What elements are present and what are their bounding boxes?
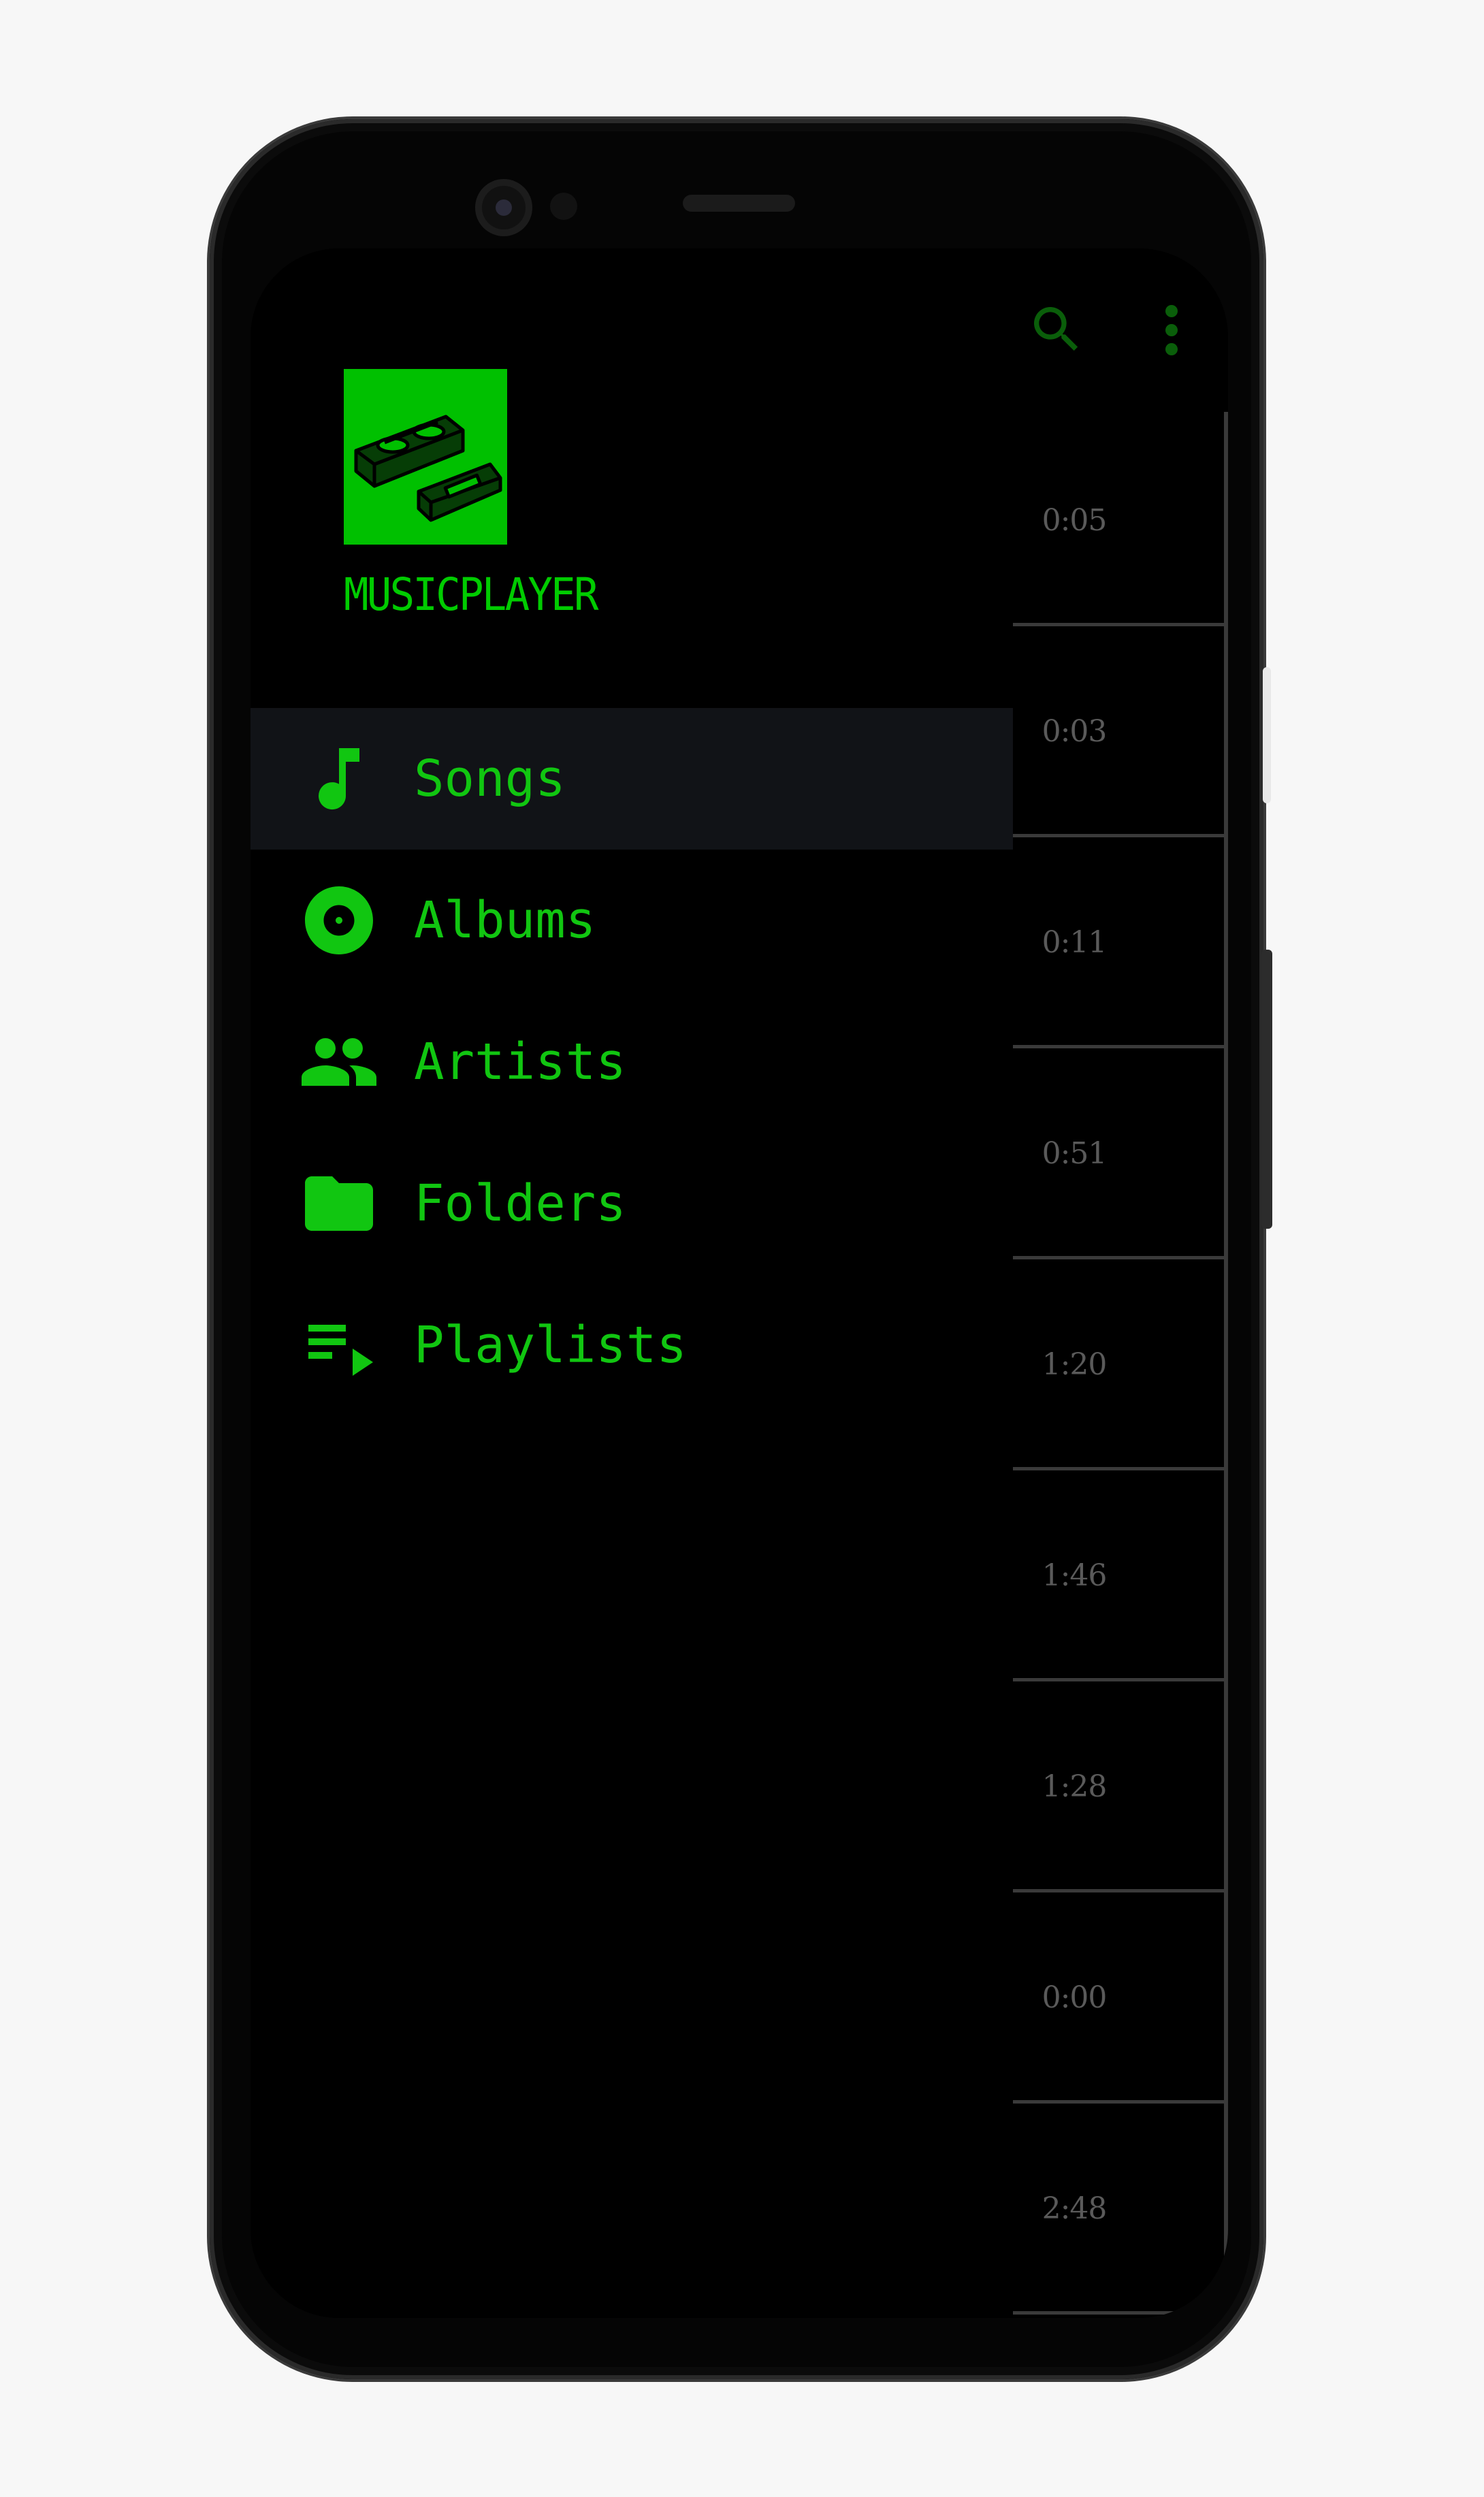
song-row[interactable]: 1:20: [1013, 1259, 1228, 1470]
album-disc-icon: [305, 886, 373, 954]
nav-item-songs[interactable]: Songs: [251, 708, 1013, 850]
song-duration: 1:28: [1042, 1769, 1108, 1804]
song-row[interactable]: 0:03: [1013, 626, 1228, 837]
volume-button: [1261, 950, 1272, 1229]
nav-label: Playlists: [414, 1316, 687, 1374]
folder-icon: [305, 1176, 373, 1231]
song-row[interactable]: 2:48: [1013, 2104, 1228, 2315]
search-icon[interactable]: [1027, 300, 1086, 359]
sensor: [550, 193, 577, 220]
song-duration: 2:48: [1042, 2191, 1108, 2226]
song-duration: 0:11: [1042, 925, 1108, 960]
playlist-icon: [308, 1325, 373, 1376]
app-logo: [344, 369, 507, 545]
song-row[interactable]: 0:05: [1013, 415, 1228, 626]
cassette-logo-icon: [354, 415, 502, 522]
nav-label: Artists: [414, 1033, 626, 1091]
music-note-icon: [319, 748, 359, 810]
app-name: MUSICPLAYER: [344, 568, 599, 621]
power-button: [1263, 667, 1271, 803]
song-row[interactable]: 1:46: [1013, 1470, 1228, 1681]
song-row[interactable]: 0:00: [1013, 1892, 1228, 2104]
people-icon: [302, 1038, 376, 1086]
song-duration: 0:51: [1042, 1136, 1108, 1171]
earpiece-speaker: [683, 195, 795, 212]
nav-item-albums[interactable]: Albums: [251, 850, 1013, 991]
nav-item-playlists[interactable]: Playlists: [251, 1274, 1013, 1416]
song-duration: 1:20: [1042, 1347, 1108, 1382]
stage: 0:05 0:03 0:11 0:51 1:20 1:46 1:28 0:00 …: [0, 0, 1484, 2497]
navigation-drawer: MUSICPLAYER Songs Albums Artists Folders…: [251, 248, 1013, 2318]
song-duration: 0:03: [1042, 714, 1108, 749]
nav-label: Songs: [414, 750, 566, 808]
song-row[interactable]: 0:51: [1013, 1048, 1228, 1259]
front-camera: [475, 179, 532, 236]
nav-item-folders[interactable]: Folders: [251, 1133, 1013, 1274]
song-row[interactable]: 0:11: [1013, 837, 1228, 1048]
nav-item-artists[interactable]: Artists: [251, 991, 1013, 1133]
nav-label: Albums: [414, 891, 596, 950]
song-duration: 0:00: [1042, 1980, 1108, 2015]
song-row[interactable]: 1:28: [1013, 1681, 1228, 1892]
more-vert-icon[interactable]: [1158, 303, 1185, 357]
nav-label: Folders: [414, 1174, 626, 1233]
song-duration: 0:05: [1042, 503, 1108, 538]
screen: 0:05 0:03 0:11 0:51 1:20 1:46 1:28 0:00 …: [251, 248, 1228, 2318]
song-duration: 1:46: [1042, 1558, 1108, 1593]
